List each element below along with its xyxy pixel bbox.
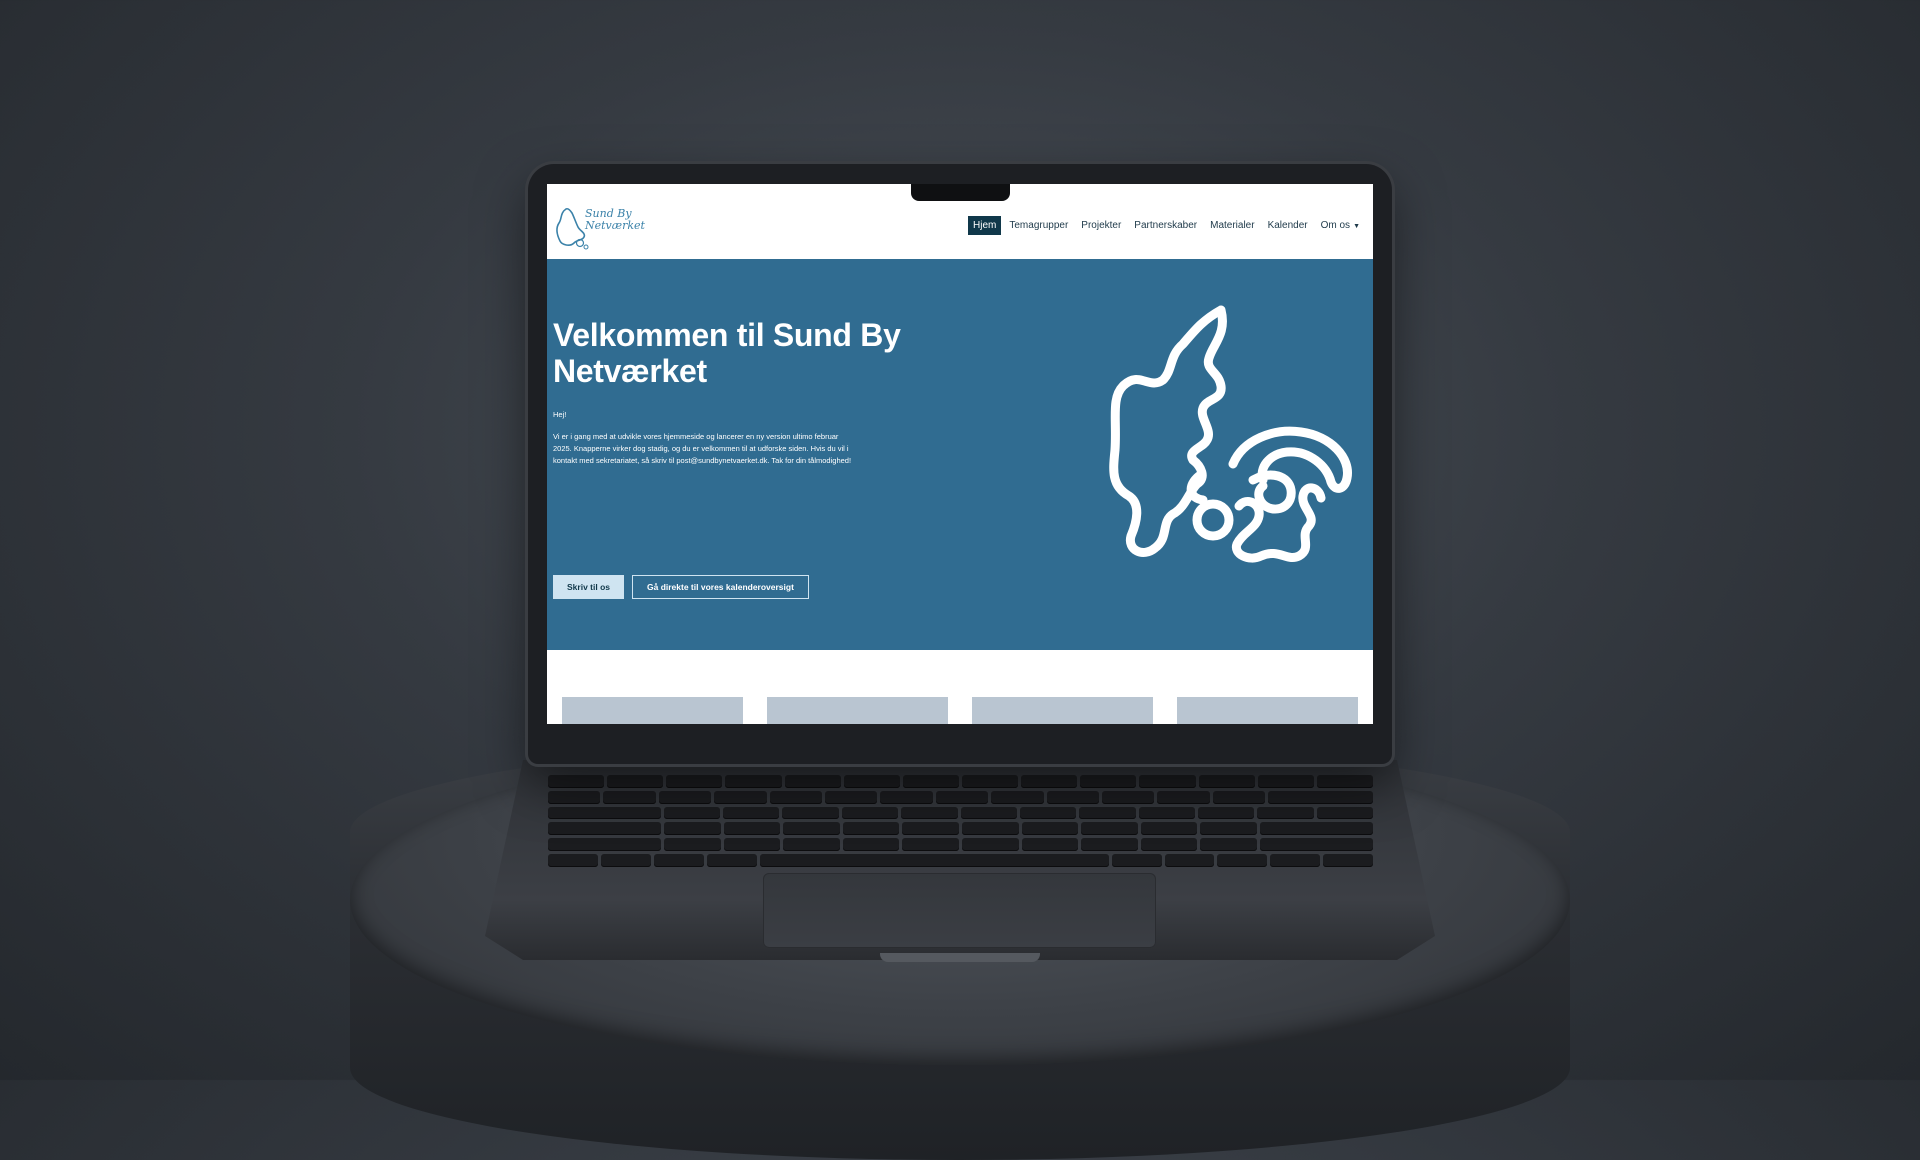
hero-text: Hej! Vi er i gang med at udvikle vores h… [553, 409, 853, 477]
nav-item-om-os-label: Om os [1320, 220, 1351, 231]
trackpad [763, 873, 1156, 948]
nav-item-materialer[interactable]: Materialer [1205, 216, 1259, 235]
write-to-us-button[interactable]: Skriv til os [553, 575, 624, 599]
nav-item-partnerskaber[interactable]: Partnerskaber [1129, 216, 1202, 235]
nav-item-temagrupper[interactable]: Temagrupper [1004, 216, 1073, 235]
card-placeholder[interactable] [972, 697, 1153, 724]
chevron-down-icon: ▼ [1353, 223, 1360, 230]
hero-greeting: Hej! [553, 410, 567, 419]
card-placeholder[interactable] [562, 697, 743, 724]
keyboard [548, 775, 1374, 867]
main-nav: Hjem Temagrupper Projekter Partnerskaber… [965, 216, 1365, 235]
logo-line2: Netværket [585, 219, 645, 232]
calendar-overview-button[interactable]: Gå direkte til vores kalenderoversigt [632, 575, 809, 599]
laptop-base-lip [880, 953, 1040, 962]
nav-item-kalender[interactable]: Kalender [1263, 216, 1313, 235]
card-placeholder[interactable] [767, 697, 948, 724]
nav-item-hjem[interactable]: Hjem [968, 216, 1002, 235]
hero-section: Velkommen til Sund By Netværket Hej! Vi … [547, 259, 1373, 650]
laptop-screen: Sund By Netværket Hjem Temagrupper Proje… [547, 184, 1373, 724]
logo-text[interactable]: Sund By Netværket [585, 208, 645, 232]
hero-body: Vi er i gang med at udvikle vores hjemme… [553, 432, 852, 465]
denmark-map-outline-icon [1109, 305, 1352, 563]
nav-item-projekter[interactable]: Projekter [1076, 216, 1126, 235]
card-placeholder[interactable] [1177, 697, 1358, 724]
nav-item-om-os[interactable]: Om os ▼ [1316, 216, 1365, 235]
camera-notch [911, 184, 1010, 201]
card-row [562, 697, 1358, 724]
hero-title: Velkommen til Sund By Netværket [553, 317, 901, 389]
